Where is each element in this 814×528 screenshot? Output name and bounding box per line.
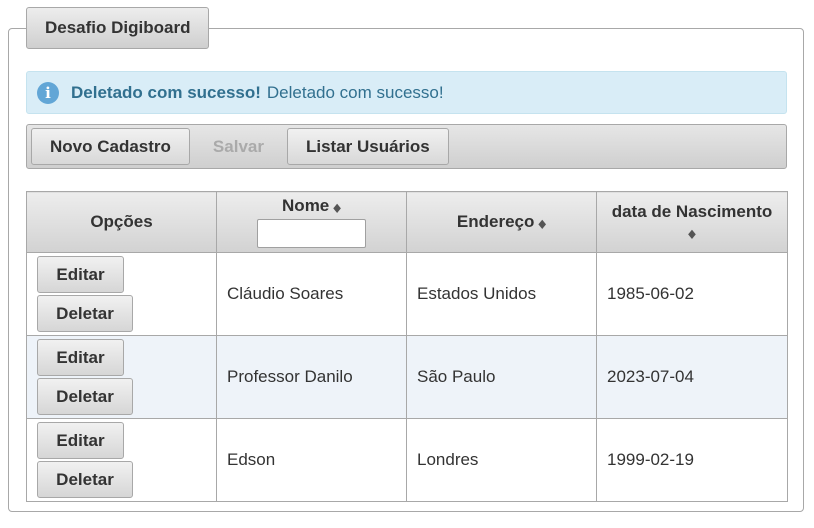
info-icon: i — [37, 81, 59, 104]
delete-button[interactable]: Deletar — [37, 295, 133, 332]
birthdate-cell: 1985-06-02 — [596, 252, 788, 336]
column-label-name[interactable]: Nome — [282, 196, 329, 215]
row-options-cell: Editar Deletar — [26, 418, 217, 502]
address-cell: São Paulo — [406, 335, 597, 419]
toolbar: Novo Cadastro Salvar Listar Usuários — [26, 124, 787, 169]
delete-button[interactable]: Deletar — [37, 461, 133, 498]
sort-icon[interactable]: ◆ — [688, 228, 696, 241]
delete-button[interactable]: Deletar — [37, 378, 133, 415]
save-button[interactable]: Salvar — [194, 128, 283, 165]
panel-legend[interactable]: Desafio Digiboard — [26, 7, 210, 49]
edit-button[interactable]: Editar — [37, 256, 124, 293]
table-row: Editar Deletar Professor Danilo São Paul… — [26, 335, 788, 419]
sort-icon[interactable]: ◆ — [538, 218, 546, 231]
table-row: Editar Deletar Cláudio Soares Estados Un… — [26, 252, 788, 336]
address-cell: Estados Unidos — [406, 252, 597, 336]
column-label-options: Opções — [90, 212, 153, 231]
table-row: Editar Deletar Edson Londres 1999-02-19 — [26, 418, 788, 502]
users-table: Opções Nome ◆ Endereço ◆ data de Nasciment… — [26, 191, 788, 502]
table-header-row: Opções Nome ◆ Endereço ◆ data de Nasciment… — [26, 191, 788, 253]
name-cell: Cláudio Soares — [216, 252, 407, 336]
message-summary: Deletado com sucesso! — [71, 82, 261, 102]
name-filter-input[interactable] — [257, 219, 366, 248]
edit-button[interactable]: Editar — [37, 422, 124, 459]
list-users-button[interactable]: Listar Usuários — [286, 128, 449, 165]
edit-button[interactable]: Editar — [37, 339, 124, 376]
column-label-address[interactable]: Endereço — [457, 212, 534, 231]
column-header-address[interactable]: Endereço ◆ — [406, 191, 597, 253]
column-header-birthdate[interactable]: data de Nascimento ◆ — [596, 191, 788, 253]
column-header-options: Opções — [26, 191, 217, 253]
message-detail: Deletado com sucesso! — [266, 82, 444, 102]
new-record-button[interactable]: Novo Cadastro — [31, 128, 190, 165]
sort-icon[interactable]: ◆ — [333, 202, 341, 215]
birthdate-cell: 1999-02-19 — [596, 418, 788, 502]
row-options-cell: Editar Deletar — [26, 335, 217, 419]
birthdate-cell: 2023-07-04 — [596, 335, 788, 419]
name-cell: Professor Danilo — [216, 335, 407, 419]
name-cell: Edson — [216, 418, 407, 502]
column-header-name[interactable]: Nome ◆ — [216, 191, 407, 253]
address-cell: Londres — [406, 418, 597, 502]
column-label-birthdate[interactable]: data de Nascimento — [597, 202, 787, 222]
row-options-cell: Editar Deletar — [26, 252, 217, 336]
success-message: i Deletado com sucesso! Deletado com suc… — [26, 71, 787, 114]
